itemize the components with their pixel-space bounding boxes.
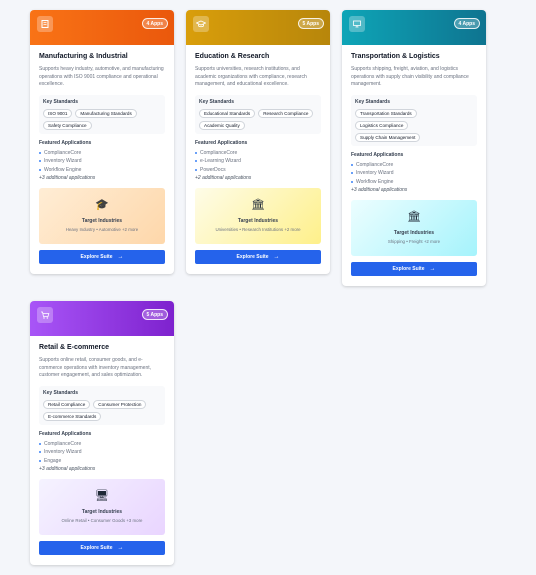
card-description: Supports universities, research institut… (195, 66, 307, 87)
key-standards-panel: Key Standards Transportation Standards L… (351, 94, 477, 146)
standard-chip: Consumer Protection (93, 399, 147, 409)
featured-apps-title: Featured Applications (195, 139, 248, 146)
card-header: 4 Apps (30, 10, 174, 45)
app-list-item: Inventory Wizard (351, 169, 477, 178)
app-list-item: PowerDocs (195, 166, 321, 175)
target-industries-title: Target Industries (237, 218, 279, 224)
shopping-cart-icon (37, 307, 53, 323)
explore-suite-label: Explore Suite (80, 254, 113, 260)
explore-suite-label: Explore Suite (80, 545, 113, 551)
suite-card-manufacturing: 4 Apps Manufacturing & Industrial Suppor… (30, 10, 174, 274)
additional-apps-text: +2 additional applications (195, 175, 252, 181)
app-list-item: Inventory Wizard (39, 448, 165, 457)
target-industries-panel: 🏛 Target Industries Universities • Resea… (195, 188, 321, 244)
target-industries-panel: 🎓 Target Industries Heavy Industry • Aut… (39, 188, 165, 244)
explore-suite-button[interactable]: Explore Suite → (195, 250, 321, 264)
standard-chip: Research Compliance (258, 108, 314, 118)
card-title: Transportation & Logistics (351, 53, 440, 60)
key-standards-panel: Key Standards Retail Compliance Consumer… (39, 385, 165, 425)
explore-suite-label: Explore Suite (236, 254, 269, 260)
apps-count-badge: 4 Apps (141, 18, 168, 29)
target-industries-title: Target Industries (393, 230, 435, 236)
key-standards-title: Key Standards (355, 98, 391, 105)
app-list-item: Workflow Engine (39, 166, 165, 175)
target-industries-title: Target Industries (81, 218, 123, 224)
standard-chip: Safety Compliance (43, 120, 92, 130)
app-list-item: ComplianceCore (195, 149, 321, 158)
arrow-right-icon: → (273, 254, 280, 260)
key-standards-panel: Key Standards Educational Standards Rese… (195, 94, 321, 134)
standard-chip: E-commerce Standards (43, 411, 102, 421)
app-list-item: Inventory Wizard (39, 157, 165, 166)
standard-chip: Educational Standards (199, 108, 256, 118)
target-industries-title: Target Industries (81, 509, 123, 515)
standard-chip: Logistics Compliance (355, 120, 409, 130)
key-standards-title: Key Standards (43, 389, 79, 396)
app-list-item: e-Learning Wizard (195, 157, 321, 166)
card-description: Supports online retail, consumer goods, … (39, 357, 151, 378)
computer-icon: 🖥 (95, 490, 109, 502)
card-header: 5 Apps (30, 301, 174, 336)
explore-suite-label: Explore Suite (392, 266, 425, 272)
graduation-cap-icon: 🎓 (95, 199, 109, 211)
standard-chip: Transportation Standards (355, 108, 417, 118)
standard-chip: Supply Chain Management (355, 132, 421, 142)
explore-suite-button[interactable]: Explore Suite → (351, 262, 477, 276)
explore-suite-button[interactable]: Explore Suite → (39, 250, 165, 264)
app-list-item: ComplianceCore (39, 149, 165, 158)
explore-suite-button[interactable]: Explore Suite → (39, 541, 165, 555)
apps-count-badge: 4 Apps (453, 18, 480, 29)
apps-count-badge: 5 Apps (297, 18, 324, 29)
apps-count-badge: 5 Apps (141, 309, 168, 320)
key-standards-title: Key Standards (43, 98, 79, 105)
institution-icon: 🏛 (407, 211, 421, 223)
card-description: Supports shipping, freight, aviation, an… (351, 66, 469, 87)
standard-chip: Academic Quality (199, 120, 245, 130)
standard-chip: ISO 9001 (43, 108, 73, 118)
monitor-icon (349, 16, 365, 32)
target-industries-list: Shipping • Freight +2 more (387, 239, 441, 244)
additional-apps-text: +3 additional applications (39, 175, 96, 181)
standard-chip: Manufacturing Standards (75, 108, 137, 118)
card-title: Retail & E-commerce (39, 344, 110, 351)
key-standards-title: Key Standards (199, 98, 235, 105)
arrow-right-icon: → (117, 254, 124, 260)
graduation-cap-icon (193, 16, 209, 32)
card-header: 5 Apps (186, 10, 330, 45)
featured-apps-title: Featured Applications (351, 151, 404, 158)
factory-icon (37, 16, 53, 32)
card-description: Supports heavy industry, automotive, and… (39, 66, 164, 87)
featured-apps-title: Featured Applications (39, 139, 92, 146)
featured-apps-title: Featured Applications (39, 430, 92, 437)
card-title: Education & Research (195, 53, 270, 60)
additional-apps-text: +3 additional applications (351, 187, 408, 193)
app-list-item: ComplianceCore (39, 440, 165, 449)
app-list-item: Engage (39, 457, 165, 466)
additional-apps-text: +3 additional applications (39, 466, 96, 472)
key-standards-panel: Key Standards ISO 9001 Manufacturing Sta… (39, 94, 165, 134)
arrow-right-icon: → (429, 266, 436, 272)
card-header: 4 Apps (342, 10, 486, 45)
target-industries-list: Online Retail • Consumer Goods +3 more (61, 518, 143, 523)
app-list-item: Workflow Engine (351, 178, 477, 187)
target-industries-list: Heavy Industry • Automotive +2 more (65, 227, 139, 232)
institution-icon: 🏛 (251, 199, 265, 211)
arrow-right-icon: → (117, 545, 124, 551)
app-list-item: ComplianceCore (351, 161, 477, 170)
target-industries-panel: 🏛 Target Industries Shipping • Freight +… (351, 200, 477, 256)
target-industries-panel: 🖥 Target Industries Online Retail • Cons… (39, 479, 165, 535)
card-title: Manufacturing & Industrial (39, 53, 128, 60)
suite-card-transportation: 4 Apps Transportation & Logistics Suppor… (342, 10, 486, 286)
suite-card-retail: 5 Apps Retail & E-commerce Supports onli… (30, 301, 174, 565)
target-industries-list: Universities • Research Institutions +2 … (215, 227, 301, 232)
suite-card-education: 5 Apps Education & Research Supports uni… (186, 10, 330, 274)
standard-chip: Retail Compliance (43, 399, 91, 409)
